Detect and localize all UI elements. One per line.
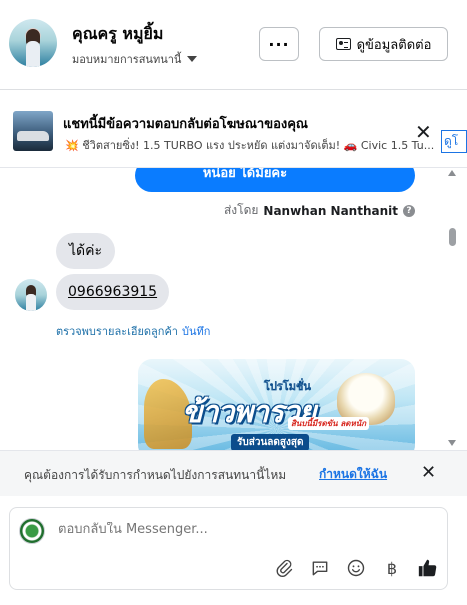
close-icon[interactable]: ✕ — [415, 120, 432, 144]
assign-conversation-dropdown[interactable]: มอบหมายการสนทนานี้ — [72, 50, 198, 68]
promo-tag: สินบนี้มีรดขัน ลดหนัก — [288, 417, 370, 430]
sender-name: Nanwhan Nanthanit — [263, 203, 398, 218]
paperclip-icon[interactable] — [272, 556, 296, 580]
page-avatar — [19, 518, 45, 544]
assign-prompt-text: คุณต้องการได้รับการกำหนดไปยังการสนทนานี้… — [24, 468, 287, 482]
scroll-down-arrow-icon[interactable] — [448, 440, 456, 446]
baht-icon[interactable]: ฿ — [380, 556, 404, 580]
message-composer: ฿ — [9, 507, 448, 590]
message-thread[interactable]: หน่อย ได้มัยคะ ส่งโดย Nanwhan Nanthanit … — [0, 168, 467, 450]
conversation-header: คุณครู หมูยิ้ม มอบหมายการสนทนานี้ ··· ดู… — [0, 0, 467, 90]
view-ad-link[interactable]: ดูโ — [441, 130, 467, 153]
contact-avatar-small — [15, 279, 47, 311]
promo-strip: รับส่วนลดสูงสุด — [231, 434, 310, 450]
help-icon[interactable]: ? — [403, 204, 415, 217]
assign-label: มอบหมายการสนทนานี้ — [72, 53, 182, 66]
thumbs-up-icon[interactable] — [416, 556, 440, 580]
contact-name[interactable]: คุณครู หมูยิ้ม — [72, 22, 163, 47]
chat-bubble-icon[interactable] — [308, 556, 332, 580]
ad-thumbnail — [13, 111, 53, 151]
composer-toolbar: ฿ — [272, 556, 440, 580]
contact-card-icon — [335, 38, 351, 50]
verify-text: ตรวจพบรายละเอียดลูกค้า — [56, 325, 178, 338]
caret-down-icon — [187, 56, 198, 62]
close-icon[interactable]: ✕ — [421, 462, 436, 483]
sent-by-line: ส่งโดย Nanwhan Nanthanit ? — [224, 201, 415, 220]
more-options-button[interactable]: ··· — [259, 27, 299, 61]
emoji-icon[interactable] — [344, 556, 368, 580]
incoming-phone-number-link[interactable]: 0966963915 — [56, 274, 170, 310]
view-contact-info-button[interactable]: ดูข้อมูลติดต่อ — [319, 27, 448, 61]
ad-banner-title: แชทนี้มีข้อความตอบกลับต่อโฆษณาของคุณ — [63, 117, 308, 132]
customer-details-detected: ตรวจพบรายละเอียดลูกค้า บันทึก — [56, 322, 210, 340]
contact-avatar[interactable] — [9, 19, 57, 67]
reply-input[interactable] — [58, 522, 418, 537]
sent-by-prefix: ส่งโดย — [223, 203, 259, 217]
contact-info-label: ดูข้อมูลติดต่อ — [356, 37, 432, 53]
ad-banner-subtitle: 💥 ชีวิตสายซิ่ง! 1.5 TURBO แรง ประหยัด แต… — [65, 139, 435, 152]
save-details-link[interactable]: บันทึก — [182, 325, 210, 338]
incoming-message-bubble: ได้ค่ะ — [56, 233, 116, 269]
outgoing-message-bubble: หน่อย ได้มัยคะ — [135, 168, 415, 192]
scrollbar-thumb[interactable] — [449, 228, 456, 246]
scroll-up-arrow-icon[interactable] — [448, 170, 456, 176]
promo-image-message[interactable]: โปรโมชั่น ข้าวพารวย สินบนี้มีรดขัน ลดหนั… — [138, 359, 415, 450]
assign-to-me-link[interactable]: กำหนดให้ฉัน — [319, 465, 387, 484]
assign-prompt-bar: คุณต้องการได้รับการกำหนดไปยังการสนทนานี้… — [0, 450, 467, 496]
